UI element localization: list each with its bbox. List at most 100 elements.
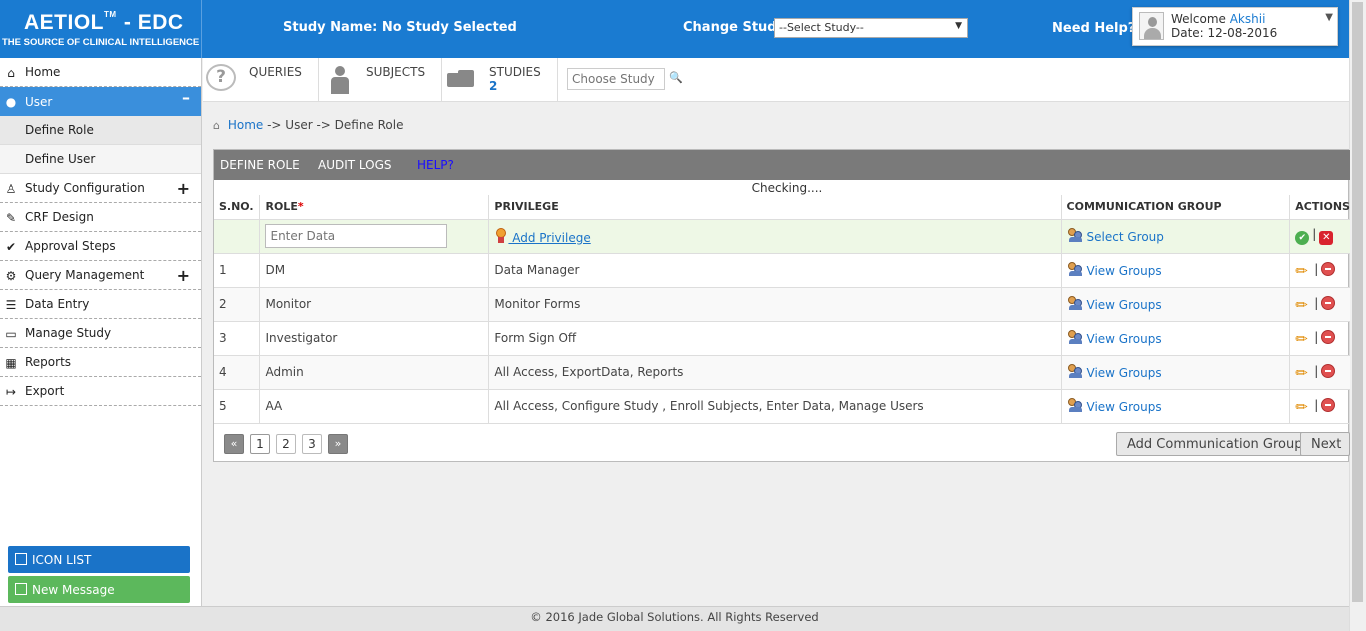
table-row: 2 Monitor Monitor Forms View Groups ✏ | [214,287,1350,322]
table-cell: ✏ | [1289,321,1350,356]
prev-page-button[interactable]: « [224,434,244,454]
sidebar-item-reports[interactable]: ▦ Reports [0,348,201,377]
tab-queries[interactable]: ? QUERIES [203,58,319,101]
delete-minus-icon[interactable] [1321,363,1336,378]
page-button[interactable]: 2 [276,434,296,454]
table-cell [214,219,261,254]
sidebar-item-label: Define Role [25,123,94,137]
icon-list-button[interactable]: ICON LIST [8,546,190,573]
scrollbar-thumb[interactable] [1352,2,1363,602]
sidebar-item-crf-design[interactable]: ✎ CRF Design [0,203,201,232]
chevron-down-icon: ▼ [955,21,962,31]
edit-pencil-icon[interactable]: ✏ [1295,263,1311,279]
view-groups-link[interactable]: View Groups [1087,332,1162,346]
top-header: AETIOLTM - EDC THE SOURCE OF CLINICAL IN… [0,0,1366,58]
delete-minus-icon[interactable] [1321,329,1336,344]
page-button[interactable]: 1 [250,434,270,454]
panel-tabs: DEFINE ROLE AUDIT LOGS HELP? [214,150,1350,180]
view-groups-link[interactable]: View Groups [1087,366,1162,380]
table-cell: All Access, Configure Study , Enroll Sub… [488,389,1062,424]
need-help-link[interactable]: Need Help? [1052,21,1135,36]
add-communication-group-button[interactable]: Add Communication Group [1116,432,1314,456]
tab-subjects[interactable]: SUBJECTS [319,58,442,101]
col-communication-group: COMMUNICATION GROUP [1061,195,1291,220]
group-icon [1067,296,1083,310]
delete-minus-icon[interactable] [1321,261,1336,276]
table-cell: ✏ | [1289,355,1350,390]
sidebar-item-label: User [25,94,53,109]
sidebar-item-label: Export [25,384,65,398]
next-button[interactable]: Next [1300,432,1350,456]
view-groups-link[interactable]: View Groups [1087,298,1162,312]
col-role: ROLE* [259,195,490,220]
new-message-button[interactable]: New Message [8,576,190,603]
sidebar-item-define-user[interactable]: Define User [0,145,201,174]
table-row: 3 Investigator Form Sign Off View Groups… [214,321,1350,356]
sidebar-item-manage-study[interactable]: ▭ Manage Study [0,319,201,348]
expand-icon[interactable]: + [177,266,190,285]
study-select-dropdown[interactable]: --Select Study-- ▼ [774,18,968,38]
footer: © 2016 Jade Global Solutions. All Rights… [0,606,1349,631]
table-cell: Admin [259,355,490,390]
edit-pencil-icon[interactable]: ✏ [1295,399,1311,415]
table-cell: View Groups [1061,355,1291,390]
tab-studies[interactable]: STUDIES 2 [442,58,558,101]
sidebar-item-data-entry[interactable]: ☰ Data Entry [0,290,201,319]
edit-pencil-icon[interactable]: ✏ [1295,331,1311,347]
query-icon: ⚙ [5,269,17,283]
data-entry-icon: ☰ [5,298,17,312]
question-icon: ? [206,64,236,91]
tab-label: STUDIES [489,65,541,79]
view-groups-link[interactable]: View Groups [1087,400,1162,414]
sidebar: ⌂ Home ● User – Define Role Define User … [0,58,202,606]
next-page-button[interactable]: » [328,434,348,454]
delete-minus-icon[interactable] [1321,397,1336,412]
user-icon: ● [5,95,17,109]
breadcrumb-home-link[interactable]: Home [228,118,263,132]
choose-study-input[interactable] [567,68,665,90]
table-cell: 5 [214,389,261,424]
sidebar-item-user[interactable]: ● User – [0,87,201,116]
table-cell: Form Sign Off [488,321,1062,356]
current-date: Date: 12-08-2016 [1171,26,1278,40]
person-icon [331,66,349,94]
tab-audit-logs[interactable]: AUDIT LOGS [318,158,392,172]
view-groups-link[interactable]: View Groups [1087,264,1162,278]
sidebar-item-query-management[interactable]: ⚙ Query Management + [0,261,201,290]
sidebar-item-study-configuration[interactable]: ♙ Study Configuration + [0,174,201,203]
save-check-icon[interactable]: ✔ [1295,231,1310,245]
sidebar-item-approval-steps[interactable]: ✔ Approval Steps [0,232,201,261]
sidebar-item-define-role[interactable]: Define Role [0,116,201,145]
study-name-label: Study Name: No Study Selected [283,20,517,35]
table-row: 1 DM Data Manager View Groups ✏ | [214,253,1350,288]
tab-define-role[interactable]: DEFINE ROLE [220,158,300,172]
add-privilege-link[interactable]: Add Privilege [508,231,591,245]
col-actions: ACTIONS [1289,195,1350,220]
search-icon[interactable]: 🔍 [669,71,683,84]
expand-icon[interactable]: + [177,179,190,198]
table-header-row: S.NO. ROLE* PRIVILEGE COMMUNICATION GROU… [214,195,1350,220]
approval-icon: ✔ [5,240,17,254]
tab-label: QUERIES [249,65,302,79]
table-cell: ✏ | [1289,253,1350,288]
user-menu[interactable]: Welcome Akshii Date: 12-08-2016 ▼ [1132,7,1338,46]
select-group-link[interactable]: Select Group [1087,230,1164,244]
edit-pencil-icon[interactable]: ✏ [1295,297,1311,313]
table-cell: ✔ | ✕ [1289,219,1350,254]
cancel-x-icon[interactable]: ✕ [1319,231,1334,245]
edit-pencil-icon[interactable]: ✏ [1295,365,1311,381]
tab-help[interactable]: HELP? [417,158,454,172]
logo-tagline: THE SOURCE OF CLINICAL INTELLIGENCE [2,37,200,48]
page-button[interactable]: 3 [302,434,322,454]
status-text: Checking.... [751,181,823,195]
table-cell: Add Privilege [488,219,1062,254]
required-marker: * [297,200,304,214]
collapse-icon[interactable]: – [182,88,190,107]
role-name-input[interactable] [265,224,448,248]
delete-minus-icon[interactable] [1321,295,1336,310]
sidebar-item-home[interactable]: ⌂ Home [0,58,201,87]
icon-list-label: ICON LIST [32,552,92,567]
sidebar-item-export[interactable]: ↦ Export [0,377,201,406]
studies-count: 2 [489,79,498,93]
breadcrumb: ⌂ Home -> User -> Define Role [213,118,404,132]
